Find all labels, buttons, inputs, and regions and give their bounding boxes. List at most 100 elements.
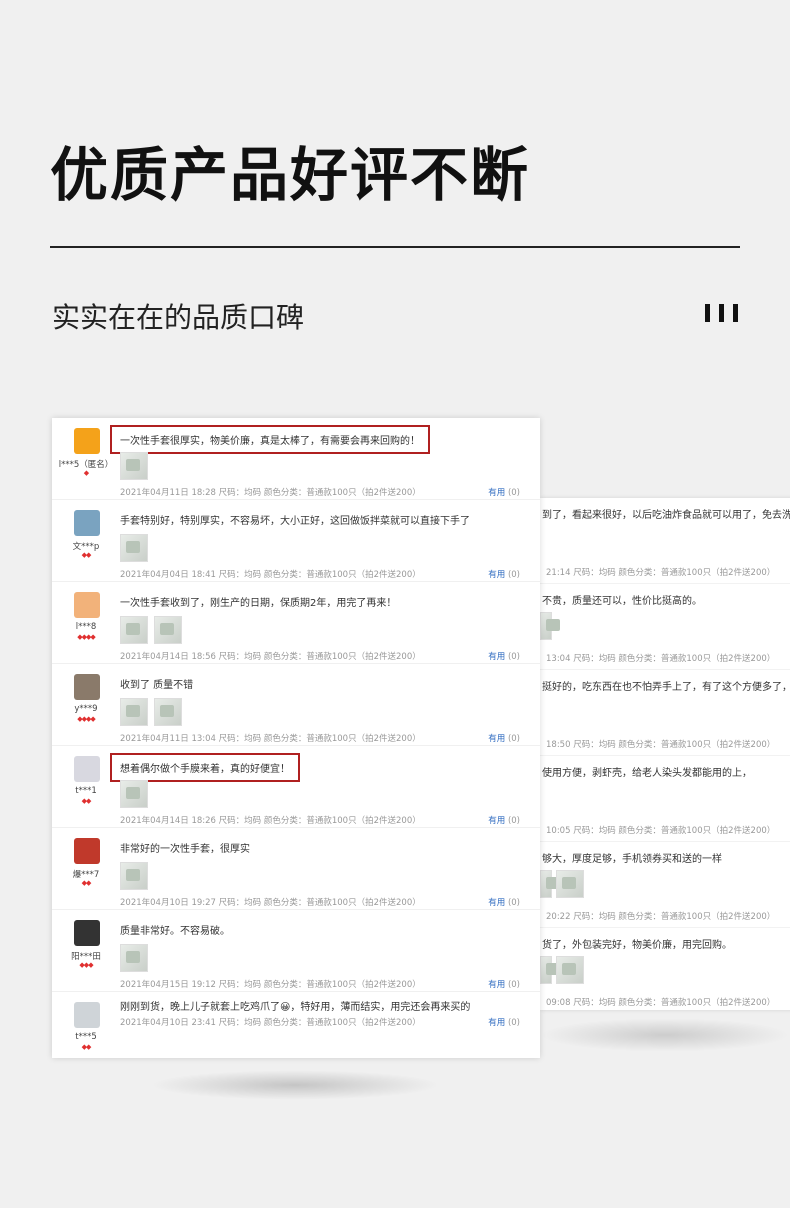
- review-row: t***5 ◆◆ 刚刚到货，晚上儿子就套上吃鸡爪了😀，特好用，薄而结实，用完还会再来…: [52, 992, 540, 1062]
- review-photos: [120, 944, 148, 972]
- review-photos: [120, 616, 182, 644]
- useful-label[interactable]: 有用: [488, 816, 505, 826]
- review-meta: 18:50 尺码：均码 颜色分类：普通款100只（拍2件送200）: [546, 740, 776, 750]
- reviewer-level-icon: ◆: [83, 469, 89, 477]
- avatar[interactable]: [74, 510, 100, 536]
- review-meta: 2021年04月11日 13:04 尺码：均码 颜色分类：普通款100只（拍2件…: [120, 734, 421, 744]
- review-row: 文***p ◆◆ 手套特别好，特别厚实，不容易坏，大小正好，这回做饭拌菜就可以直接下…: [52, 500, 540, 582]
- page-title: 优质产品好评不断: [50, 141, 531, 209]
- useful-button[interactable]: 有用 (0): [488, 896, 520, 908]
- useful-label[interactable]: 有用: [488, 570, 505, 580]
- useful-button[interactable]: 有用 (0): [488, 486, 520, 498]
- highlighted-review-text: 一次性手套很厚实，物美价廉，真是太棒了，有需要会再来回购的！: [110, 425, 430, 454]
- reviewer-level-icon: ◆◆◆◆: [77, 633, 96, 641]
- back-review-row: 使用方便，剥虾壳，给老人染头发都能用的上， 10:05 尺码：均码 颜色分类：普通…: [540, 756, 790, 842]
- review-text: 一次性手套收到了，刚生产的日期，保质期2年，用完了再来！: [120, 598, 397, 609]
- back-review-row: 货了，外包装完好，物美价廉，用完回购。 09:08 尺码：均码 颜色分类：普通款1…: [540, 928, 790, 1010]
- useful-label[interactable]: 有用: [488, 898, 505, 908]
- useful-button[interactable]: 有用 (0): [488, 732, 520, 744]
- useful-label[interactable]: 有用: [488, 1018, 505, 1028]
- review-text: 货了，外包装完好，物美价廉，用完回购。: [542, 940, 732, 951]
- review-meta: 20:22 尺码：均码 颜色分类：普通款100只（拍2件送200）: [546, 912, 776, 922]
- title-divider: [50, 246, 740, 248]
- review-row: l***8 ◆◆◆◆ 一次性手套收到了，刚生产的日期，保质期2年，用完了再来！ 202…: [52, 582, 540, 664]
- review-photo-thumbnail[interactable]: [120, 698, 148, 726]
- review-text: 不贵，质量还可以，性价比挺高的。: [542, 596, 702, 607]
- review-photo-thumbnail[interactable]: [540, 956, 560, 984]
- review-photo-thumbnail[interactable]: [120, 780, 148, 808]
- review-row: t***1 ◆◆ 想着偶尔做个手膜来着，真的好便宜！ 2021年04月14日 18:2…: [52, 746, 540, 828]
- page-subtitle: 实实在在的品质口碑: [52, 301, 305, 334]
- review-photo-thumbnail[interactable]: [154, 616, 182, 644]
- avatar[interactable]: [74, 674, 100, 700]
- review-photos: [120, 780, 148, 808]
- avatar[interactable]: [74, 920, 100, 946]
- review-meta: 13:04 尺码：均码 颜色分类：普通款100只（拍2件送200）: [546, 654, 776, 664]
- back-review-row: 不贵，质量还可以，性价比挺高的。 13:04 尺码：均码 颜色分类：普通款100只…: [540, 584, 790, 670]
- review-photo-thumbnail[interactable]: [120, 944, 148, 972]
- review-text: 手套特别好，特别厚实，不容易坏，大小正好，这回做饭拌菜就可以直接下手了: [120, 516, 470, 527]
- review-meta: 2021年04月10日 23:41 尺码：均码 颜色分类：普通款100只（拍2件…: [120, 1018, 421, 1028]
- useful-label[interactable]: 有用: [488, 980, 505, 990]
- reviewer-level-icon: ◆◆: [81, 797, 92, 805]
- reviewer-level-icon: ◆◆: [81, 551, 92, 559]
- review-photo-thumbnail[interactable]: [154, 698, 182, 726]
- back-review-row: 够大，厚度足够，手机领券买和送的一样 20:22 尺码：均码 颜色分类：普通款10…: [540, 842, 790, 928]
- review-text: 到了，看起来很好，以后吃油炸食品就可以用了，免去洗手。: [542, 510, 790, 521]
- useful-count: (0): [507, 1018, 520, 1028]
- useful-button[interactable]: 有用 (0): [488, 978, 520, 990]
- back-card-shadow: [540, 1018, 790, 1052]
- review-photo-thumbnail[interactable]: [556, 870, 584, 898]
- useful-count: (0): [507, 652, 520, 662]
- review-text: 收到了 质量不错: [120, 680, 194, 691]
- review-photos: [540, 612, 560, 640]
- useful-count: (0): [507, 570, 520, 580]
- back-review-row: 到了，看起来很好，以后吃油炸食品就可以用了，免去洗手。 21:14 尺码：均码 颜…: [540, 498, 790, 584]
- review-card-main: l***5（匿名） ◆ 一次性手套很厚实，物美价廉，真是太棒了，有需要会再来回购的！…: [52, 418, 540, 1058]
- review-meta: 2021年04月14日 18:56 尺码：均码 颜色分类：普通款100只（拍2件…: [120, 652, 421, 662]
- review-text: 挺好的，吃东西在也不怕弄手上了，有了这个方便多了，值得: [542, 682, 790, 693]
- highlighted-review-text: 想着偶尔做个手膜来着，真的好便宜！: [110, 753, 300, 782]
- review-text: 够大，厚度足够，手机领券买和送的一样: [542, 854, 722, 865]
- avatar[interactable]: [74, 756, 100, 782]
- useful-label[interactable]: 有用: [488, 488, 505, 498]
- review-photos: [540, 956, 584, 984]
- review-meta: 2021年04月15日 19:12 尺码：均码 颜色分类：普通款100只（拍2件…: [120, 980, 421, 990]
- avatar[interactable]: [74, 838, 100, 864]
- avatar[interactable]: [74, 428, 100, 454]
- useful-button[interactable]: 有用 (0): [488, 1016, 520, 1028]
- reviewer-level-icon: ◆◆: [81, 1043, 92, 1051]
- avatar[interactable]: [74, 592, 100, 618]
- review-photos: [120, 862, 148, 890]
- useful-count: (0): [507, 980, 520, 990]
- review-row: l***5（匿名） ◆ 一次性手套很厚实，物美价廉，真是太棒了，有需要会再来回购的！…: [52, 418, 540, 500]
- useful-count: (0): [507, 816, 520, 826]
- review-row: y***9 ◆◆◆◆ 收到了 质量不错 2021年04月11日 13:04 尺码：均码…: [52, 664, 540, 746]
- review-row: 阳***田 ◆◆◆ 质量非常好。不容易破。 2021年04月15日 19:12 尺码：…: [52, 910, 540, 992]
- useful-button[interactable]: 有用 (0): [488, 650, 520, 662]
- review-photo-thumbnail[interactable]: [540, 612, 560, 640]
- avatar[interactable]: [74, 1002, 100, 1028]
- review-photo-thumbnail[interactable]: [540, 870, 560, 898]
- review-photo-thumbnail[interactable]: [556, 956, 584, 984]
- useful-label[interactable]: 有用: [488, 734, 505, 744]
- reviewer-level-icon: ◆◆: [81, 879, 92, 887]
- review-photo-thumbnail[interactable]: [120, 534, 148, 562]
- review-text: 刚刚到货，晚上儿子就套上吃鸡爪了😀，特好用，薄而结实，用完还会再来买的: [120, 1002, 471, 1013]
- useful-button[interactable]: 有用 (0): [488, 568, 520, 580]
- review-meta: 2021年04月04日 18:41 尺码：均码 颜色分类：普通款100只（拍2件…: [120, 570, 421, 580]
- review-photo-thumbnail[interactable]: [120, 616, 148, 644]
- reviewer-name: t***1: [75, 786, 97, 796]
- back-review-row: 挺好的，吃东西在也不怕弄手上了，有了这个方便多了，值得 18:50 尺码：均码 颜…: [540, 670, 790, 756]
- useful-count: (0): [507, 488, 520, 498]
- review-meta: 09:08 尺码：均码 颜色分类：普通款100只（拍2件送200）: [546, 998, 776, 1008]
- reviewer-name: t***5: [75, 1032, 97, 1042]
- review-row: 爆***7 ◆◆ 非常好的一次性手套，很厚实 2021年04月10日 19:27 尺码…: [52, 828, 540, 910]
- review-photo-thumbnail[interactable]: [120, 862, 148, 890]
- review-photos: [120, 698, 182, 726]
- review-meta: 2021年04月14日 18:26 尺码：均码 颜色分类：普通款100只（拍2件…: [120, 816, 421, 826]
- useful-label[interactable]: 有用: [488, 652, 505, 662]
- review-photo-thumbnail[interactable]: [120, 452, 148, 480]
- useful-button[interactable]: 有用 (0): [488, 814, 520, 826]
- useful-count: (0): [507, 734, 520, 744]
